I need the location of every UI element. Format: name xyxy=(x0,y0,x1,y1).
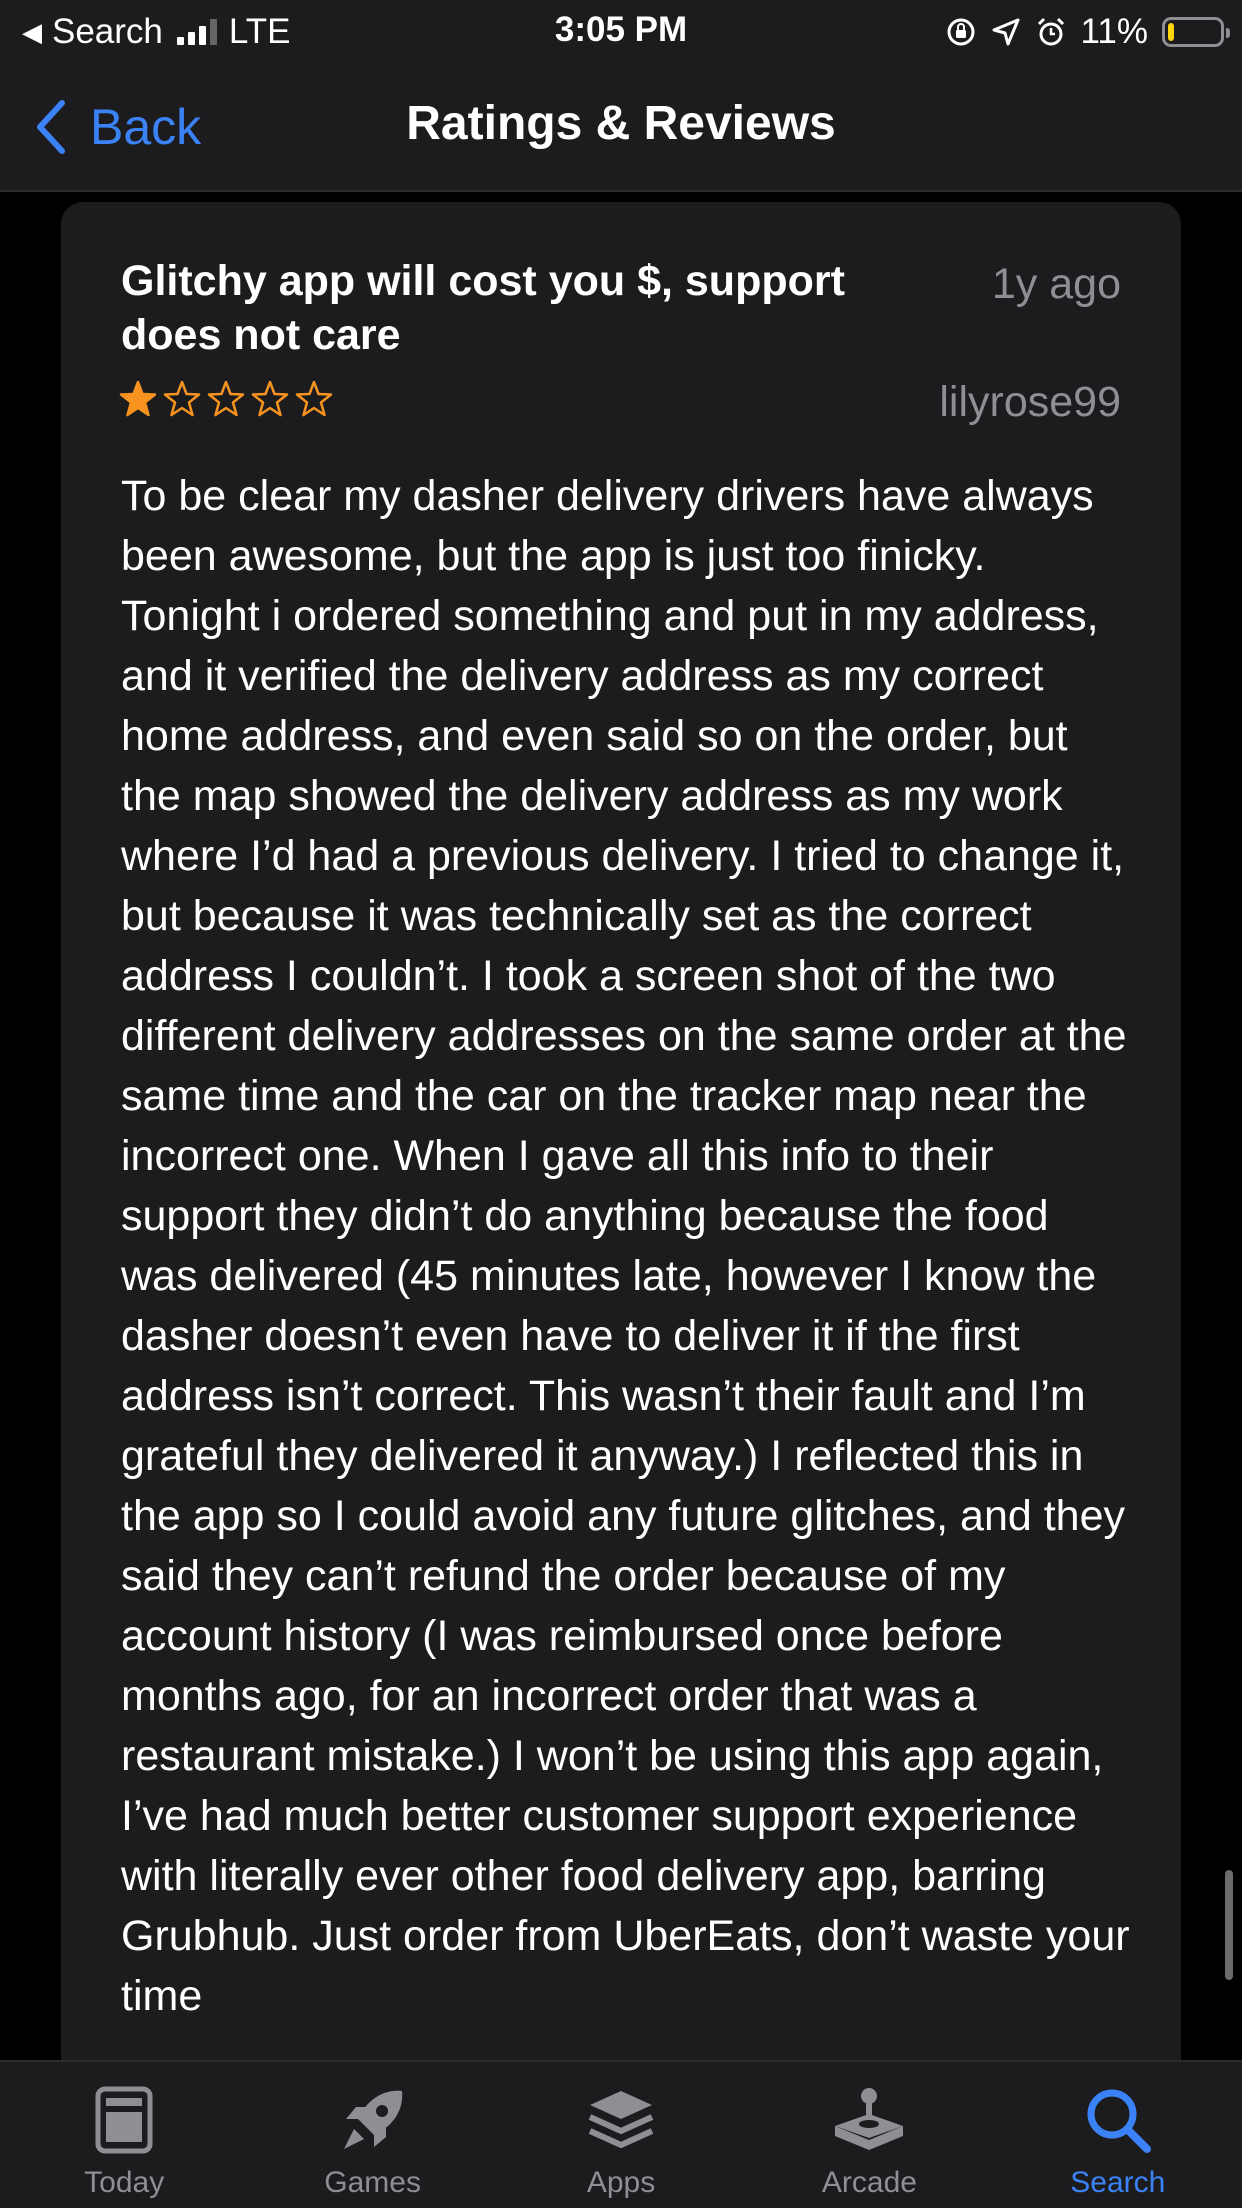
star-empty-icon xyxy=(295,380,333,417)
review-body: To be clear my dasher delivery drivers h… xyxy=(121,472,1130,2020)
tab-bar: Today Games Apps Arcade Search xyxy=(0,2060,1242,2208)
tab-games[interactable]: Games xyxy=(248,2062,496,2208)
status-bar: ◀ Search LTE 3:05 PM 11% xyxy=(0,0,1242,64)
tab-today[interactable]: Today xyxy=(0,2062,248,2208)
joystick-icon xyxy=(829,2082,909,2158)
tab-label: Apps xyxy=(586,2166,656,2199)
page-title: Ratings & Reviews xyxy=(406,97,836,150)
tab-apps[interactable]: Apps xyxy=(497,2062,745,2208)
reviews-scroll-area[interactable]: Glitchy app will cost you $, support doe… xyxy=(0,192,1242,2060)
search-icon xyxy=(1078,2082,1158,2158)
review-card: Glitchy app will cost you $, support doe… xyxy=(61,202,1181,2060)
star-filled-icon xyxy=(119,380,157,417)
review-date: 1y ago xyxy=(991,260,1121,308)
star-empty-icon xyxy=(207,380,245,417)
review-author: lilyrose99 xyxy=(939,378,1121,426)
star-empty-icon xyxy=(251,380,289,417)
navigation-bar: Back Ratings & Reviews xyxy=(0,64,1242,192)
scroll-indicator[interactable] xyxy=(1225,1870,1233,1980)
battery-fill xyxy=(1168,23,1174,41)
tab-arcade[interactable]: Arcade xyxy=(745,2062,993,2208)
status-right: 11% xyxy=(945,10,1230,54)
location-icon xyxy=(992,18,1020,46)
tab-label: Today xyxy=(84,2166,165,2199)
battery-percent: 11% xyxy=(1080,12,1148,51)
rocket-icon xyxy=(333,2082,413,2158)
tab-label: Search xyxy=(1070,2166,1166,2199)
layers-icon xyxy=(581,2082,661,2158)
tab-search[interactable]: Search xyxy=(994,2062,1242,2208)
tab-label: Arcade xyxy=(821,2166,917,2199)
battery-icon xyxy=(1162,17,1230,47)
orientation-lock-icon xyxy=(947,18,975,46)
tab-label: Games xyxy=(324,2166,421,2199)
review-title: Glitchy app will cost you $, support doe… xyxy=(121,257,845,359)
today-icon xyxy=(84,2082,164,2158)
alarm-icon xyxy=(1037,17,1064,46)
star-rating xyxy=(119,380,333,418)
star-empty-icon xyxy=(163,380,201,417)
